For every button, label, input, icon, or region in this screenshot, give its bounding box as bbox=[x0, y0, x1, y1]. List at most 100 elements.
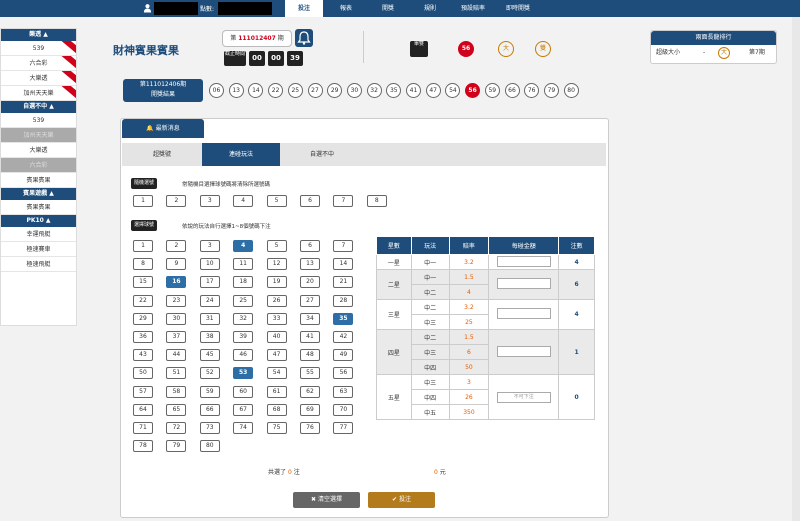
number-button[interactable]: 71 bbox=[133, 422, 153, 434]
news-tab[interactable]: 🔔 最新消息 bbox=[122, 119, 204, 138]
random-pick-button[interactable]: 5 bbox=[266, 195, 287, 207]
number-button[interactable]: 5 bbox=[266, 240, 287, 252]
number-button[interactable]: 65 bbox=[166, 403, 187, 416]
number-button[interactable]: 67 bbox=[233, 403, 254, 416]
number-button[interactable]: 7 bbox=[333, 240, 354, 252]
number-button[interactable]: 55 bbox=[300, 367, 320, 380]
number-button[interactable]: 15 bbox=[133, 276, 153, 289]
amount-input[interactable] bbox=[496, 278, 551, 289]
number-button[interactable]: 2 bbox=[166, 240, 187, 252]
tab-self-pick-miss[interactable]: 自選不中 bbox=[280, 143, 364, 166]
nav-bet[interactable]: 投注 bbox=[285, 0, 323, 17]
page-scrollbar[interactable] bbox=[792, 17, 800, 521]
number-button[interactable]: 1 bbox=[133, 240, 153, 252]
sidebar-item[interactable]: 六合彩 bbox=[1, 158, 76, 173]
nav-report[interactable]: 報表 bbox=[330, 0, 362, 17]
sidebar-item[interactable]: 539 bbox=[1, 41, 76, 56]
number-button[interactable]: 62 bbox=[300, 385, 320, 398]
number-button[interactable]: 27 bbox=[300, 294, 320, 307]
sidebar-item[interactable]: 賓果賓果 bbox=[1, 173, 76, 188]
number-button[interactable]: 41 bbox=[300, 331, 320, 343]
number-button[interactable]: 48 bbox=[300, 349, 320, 362]
number-button[interactable]: 59 bbox=[199, 385, 220, 398]
amount-input[interactable] bbox=[496, 308, 551, 319]
sidebar-item[interactable]: 極速賽車 bbox=[1, 242, 76, 257]
sidebar-item[interactable]: 大樂透 bbox=[1, 71, 76, 86]
number-button[interactable]: 73 bbox=[199, 422, 220, 434]
nav-rules[interactable]: 規則 bbox=[414, 0, 446, 17]
number-button[interactable]: 80 bbox=[199, 440, 220, 453]
number-button[interactable]: 57 bbox=[133, 385, 153, 398]
sidebar-item[interactable]: 幸運飛艇 bbox=[1, 227, 76, 242]
number-button[interactable]: 11 bbox=[233, 258, 254, 271]
number-button[interactable]: 9 bbox=[166, 258, 187, 271]
number-button[interactable]: 54 bbox=[266, 367, 287, 380]
number-button[interactable]: 52 bbox=[199, 367, 220, 380]
number-button[interactable]: 78 bbox=[133, 440, 153, 453]
number-button[interactable]: 77 bbox=[333, 422, 354, 434]
random-pick-button[interactable]: 8 bbox=[366, 195, 387, 207]
number-button[interactable]: 70 bbox=[333, 403, 354, 416]
number-button[interactable]: 20 bbox=[300, 276, 320, 289]
submit-bet-button[interactable]: ✔ 投注 bbox=[368, 492, 435, 508]
random-pick-button[interactable]: 3 bbox=[199, 195, 220, 207]
number-button[interactable]: 33 bbox=[266, 312, 287, 325]
amount-input[interactable] bbox=[496, 255, 551, 267]
number-button[interactable]: 37 bbox=[166, 331, 187, 343]
nav-live-draw[interactable]: 即時開獎 bbox=[497, 0, 539, 17]
number-button[interactable]: 79 bbox=[166, 440, 187, 453]
number-button[interactable]: 32 bbox=[233, 312, 254, 325]
number-button[interactable]: 61 bbox=[266, 385, 287, 398]
number-button[interactable]: 64 bbox=[133, 403, 153, 416]
sidebar-item[interactable]: 極速飛艇 bbox=[1, 257, 76, 272]
number-button[interactable]: 35 bbox=[333, 312, 354, 325]
number-button[interactable]: 76 bbox=[300, 422, 320, 434]
number-button[interactable]: 63 bbox=[333, 385, 354, 398]
number-button[interactable]: 50 bbox=[133, 367, 153, 380]
sidebar-item[interactable]: 加州天天樂 bbox=[1, 86, 76, 101]
number-button[interactable]: 8 bbox=[133, 258, 153, 271]
sidebar-item[interactable]: 539 bbox=[1, 113, 76, 128]
tab-link-play[interactable]: 連碰玩法 bbox=[202, 143, 280, 166]
number-button[interactable]: 23 bbox=[166, 294, 187, 307]
number-button[interactable]: 66 bbox=[199, 403, 220, 416]
number-button[interactable]: 4 bbox=[233, 240, 254, 252]
number-button[interactable]: 14 bbox=[333, 258, 354, 271]
sidebar-item[interactable]: 大樂透 bbox=[1, 143, 76, 158]
number-button[interactable]: 44 bbox=[166, 349, 187, 362]
number-button[interactable]: 17 bbox=[199, 276, 220, 289]
number-button[interactable]: 3 bbox=[199, 240, 220, 252]
number-button[interactable]: 58 bbox=[166, 385, 187, 398]
number-button[interactable]: 16 bbox=[166, 276, 187, 289]
number-button[interactable]: 31 bbox=[199, 312, 220, 325]
number-button[interactable]: 12 bbox=[266, 258, 287, 271]
number-button[interactable]: 45 bbox=[199, 349, 220, 362]
number-button[interactable]: 51 bbox=[166, 367, 187, 380]
number-button[interactable]: 21 bbox=[333, 276, 354, 289]
number-button[interactable]: 72 bbox=[166, 422, 187, 434]
number-button[interactable]: 36 bbox=[133, 331, 153, 343]
sidebar-group-header[interactable]: 賓果遊戲 ▲ bbox=[1, 188, 76, 200]
number-button[interactable]: 10 bbox=[199, 258, 220, 271]
sidebar-group-header[interactable]: 自選不中 ▲ bbox=[1, 101, 76, 113]
random-pick-button[interactable]: 4 bbox=[233, 195, 254, 207]
number-button[interactable]: 47 bbox=[266, 349, 287, 362]
number-button[interactable]: 49 bbox=[333, 349, 354, 362]
number-button[interactable]: 68 bbox=[266, 403, 287, 416]
number-button[interactable]: 42 bbox=[333, 331, 354, 343]
nav-results[interactable]: 開獎 bbox=[372, 0, 404, 17]
number-button[interactable]: 43 bbox=[133, 349, 153, 362]
sidebar-item[interactable]: 六合彩 bbox=[1, 56, 76, 71]
number-button[interactable]: 38 bbox=[199, 331, 220, 343]
amount-input[interactable]: 不可下注 bbox=[496, 391, 551, 403]
clear-selection-button[interactable]: ✖ 清空選擇 bbox=[293, 492, 360, 508]
number-button[interactable]: 18 bbox=[233, 276, 254, 289]
number-button[interactable]: 39 bbox=[233, 331, 254, 343]
number-button[interactable]: 29 bbox=[133, 312, 153, 325]
number-button[interactable]: 75 bbox=[266, 422, 287, 434]
nav-default-odds[interactable]: 預設賠率 bbox=[452, 0, 494, 17]
number-button[interactable]: 22 bbox=[133, 294, 153, 307]
number-button[interactable]: 40 bbox=[266, 331, 287, 343]
random-pick-button[interactable]: 7 bbox=[333, 195, 354, 207]
number-button[interactable]: 28 bbox=[333, 294, 354, 307]
